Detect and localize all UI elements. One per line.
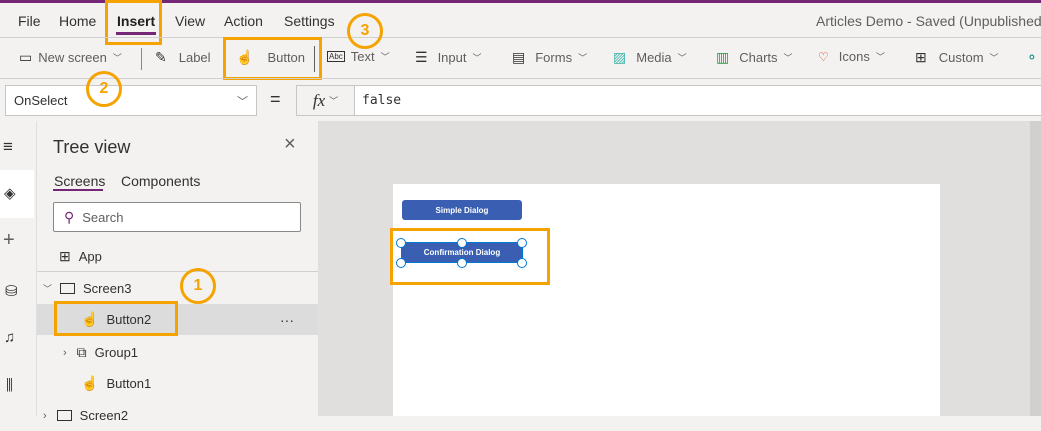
scrollbar[interactable] <box>1030 121 1041 416</box>
divider <box>314 46 315 72</box>
menu-file[interactable]: File <box>18 13 41 29</box>
tree-title: Tree view <box>53 137 131 157</box>
media-icon: ▨ <box>613 49 627 65</box>
search-input[interactable]: ⚲ Search <box>53 202 301 232</box>
highlight-insert <box>105 0 162 45</box>
custom-icon: ⊞ <box>915 49 927 65</box>
database-icon[interactable]: ⛁ <box>5 282 18 300</box>
tree-item-label: Screen3 <box>83 281 132 296</box>
charts-icon: ▥ <box>716 49 730 65</box>
plus-icon[interactable]: + <box>3 229 15 252</box>
more-options-button[interactable]: ··· <box>280 312 294 328</box>
menu-home[interactable]: Home <box>59 13 96 29</box>
tree-item-button1[interactable]: ☝ Button1 <box>37 368 318 399</box>
tools-icon[interactable]: ⫼ <box>6 377 13 394</box>
formula-value: false <box>362 93 402 108</box>
chevron-down-icon: ﹀ <box>472 53 482 63</box>
app-icon: ⊞ <box>59 248 71 264</box>
forms-label: Forms <box>535 50 573 65</box>
layers-icon: ◈ <box>4 185 16 202</box>
search-icon: ⚲ <box>64 208 75 225</box>
text-button[interactable]: Abc Text ﹀ <box>327 49 390 64</box>
icons-icon: ♡ <box>818 49 829 64</box>
new-screen-icon: ▭ <box>19 49 33 65</box>
screen-icon <box>60 283 76 294</box>
input-button[interactable]: ☰ Input ﹀ <box>415 49 482 66</box>
tree-view-rail-button[interactable]: ◈ <box>0 170 34 218</box>
menu-view[interactable]: View <box>175 13 205 29</box>
callout-3: 3 <box>347 13 383 49</box>
text-label: Text <box>350 49 375 64</box>
icons-button[interactable]: ♡ Icons ﹀ <box>818 49 885 64</box>
chevron-down-icon: ﹀ <box>43 284 53 294</box>
chevron-down-icon: ﹀ <box>578 53 588 63</box>
property-value: OnSelect <box>14 93 68 108</box>
input-icon: ☰ <box>415 49 428 65</box>
media-label: Media <box>636 50 672 65</box>
pencil-icon: ✎ <box>155 49 167 65</box>
callout-1: 1 <box>180 268 216 304</box>
divider <box>0 78 1041 79</box>
simple-dialog-button[interactable]: Simple Dialog <box>402 200 522 220</box>
highlight-button <box>223 37 322 80</box>
divider <box>141 48 142 70</box>
tree-item-label: Button1 <box>106 376 152 391</box>
forms-button[interactable]: ▤ Forms ﹀ <box>512 49 587 66</box>
tree-item-group1[interactable]: › ⧉ Group1 <box>37 337 318 368</box>
forms-icon: ▤ <box>512 49 526 65</box>
ai-builder-icon[interactable]: ⚬ <box>1026 49 1038 66</box>
chevron-down-icon: ﹀ <box>380 52 390 62</box>
fx-icon: fx <box>312 90 326 110</box>
new-screen-label: New screen <box>38 50 107 65</box>
divider <box>0 37 1041 38</box>
chevron-down-icon: ﹀ <box>677 53 687 63</box>
tree-item-app[interactable]: ⊞ App <box>37 241 318 272</box>
charts-label: Charts <box>739 50 778 65</box>
property-dropdown[interactable]: OnSelect ﹀ <box>5 85 257 116</box>
menu-action[interactable]: Action <box>224 13 263 29</box>
tree-item-screen3[interactable]: ﹀ Screen3 <box>37 273 318 304</box>
highlight-button2 <box>54 301 178 336</box>
app-status: Articles Demo - Saved (Unpublished) <box>816 13 1041 29</box>
chevron-down-icon: ﹀ <box>875 52 885 62</box>
callout-2: 2 <box>86 71 122 107</box>
media-rail-icon[interactable]: ♫ <box>4 329 15 346</box>
menu-settings[interactable]: Settings <box>284 13 335 29</box>
formula-input[interactable]: false <box>355 85 1041 116</box>
tab-screens[interactable]: Screens <box>54 173 105 189</box>
tab-components[interactable]: Components <box>121 173 200 189</box>
tree-item-label: App <box>78 249 102 264</box>
icons-label: Icons <box>838 49 870 64</box>
chevron-down-icon: ﹀ <box>989 53 999 63</box>
hamburger-icon[interactable]: ≡ <box>3 137 13 157</box>
close-icon[interactable]: × <box>284 133 296 156</box>
search-placeholder: Search <box>82 209 124 225</box>
label-label: Label <box>178 50 211 65</box>
button-control-icon: ☝ <box>81 375 99 391</box>
custom-label: Custom <box>938 50 984 65</box>
media-button[interactable]: ▨ Media ﹀ <box>613 49 687 66</box>
active-tab-underline <box>53 189 103 191</box>
chevron-down-icon: ﹀ <box>329 96 339 106</box>
chevron-down-icon: ﹀ <box>237 95 248 108</box>
chevron-down-icon: ﹀ <box>112 53 122 63</box>
fx-button[interactable]: fx ﹀ <box>296 85 355 116</box>
new-screen-button[interactable]: ▭ New screen ﹀ <box>19 49 122 66</box>
chevron-down-icon: ﹀ <box>783 53 793 63</box>
text-icon: Abc <box>327 51 345 62</box>
input-label: Input <box>437 50 467 65</box>
chevron-right-icon: › <box>63 346 67 359</box>
charts-button[interactable]: ▥ Charts ﹀ <box>716 49 793 66</box>
left-rail <box>0 121 37 416</box>
custom-button[interactable]: ⊞ Custom ﹀ <box>915 49 999 66</box>
highlight-confirmation-dialog <box>390 228 550 285</box>
label-button[interactable]: ✎ Label <box>155 49 211 66</box>
equals-sign: = <box>270 89 281 109</box>
group-icon: ⧉ <box>76 344 87 360</box>
tree-item-label: Group1 <box>94 345 139 360</box>
divider <box>37 271 318 272</box>
